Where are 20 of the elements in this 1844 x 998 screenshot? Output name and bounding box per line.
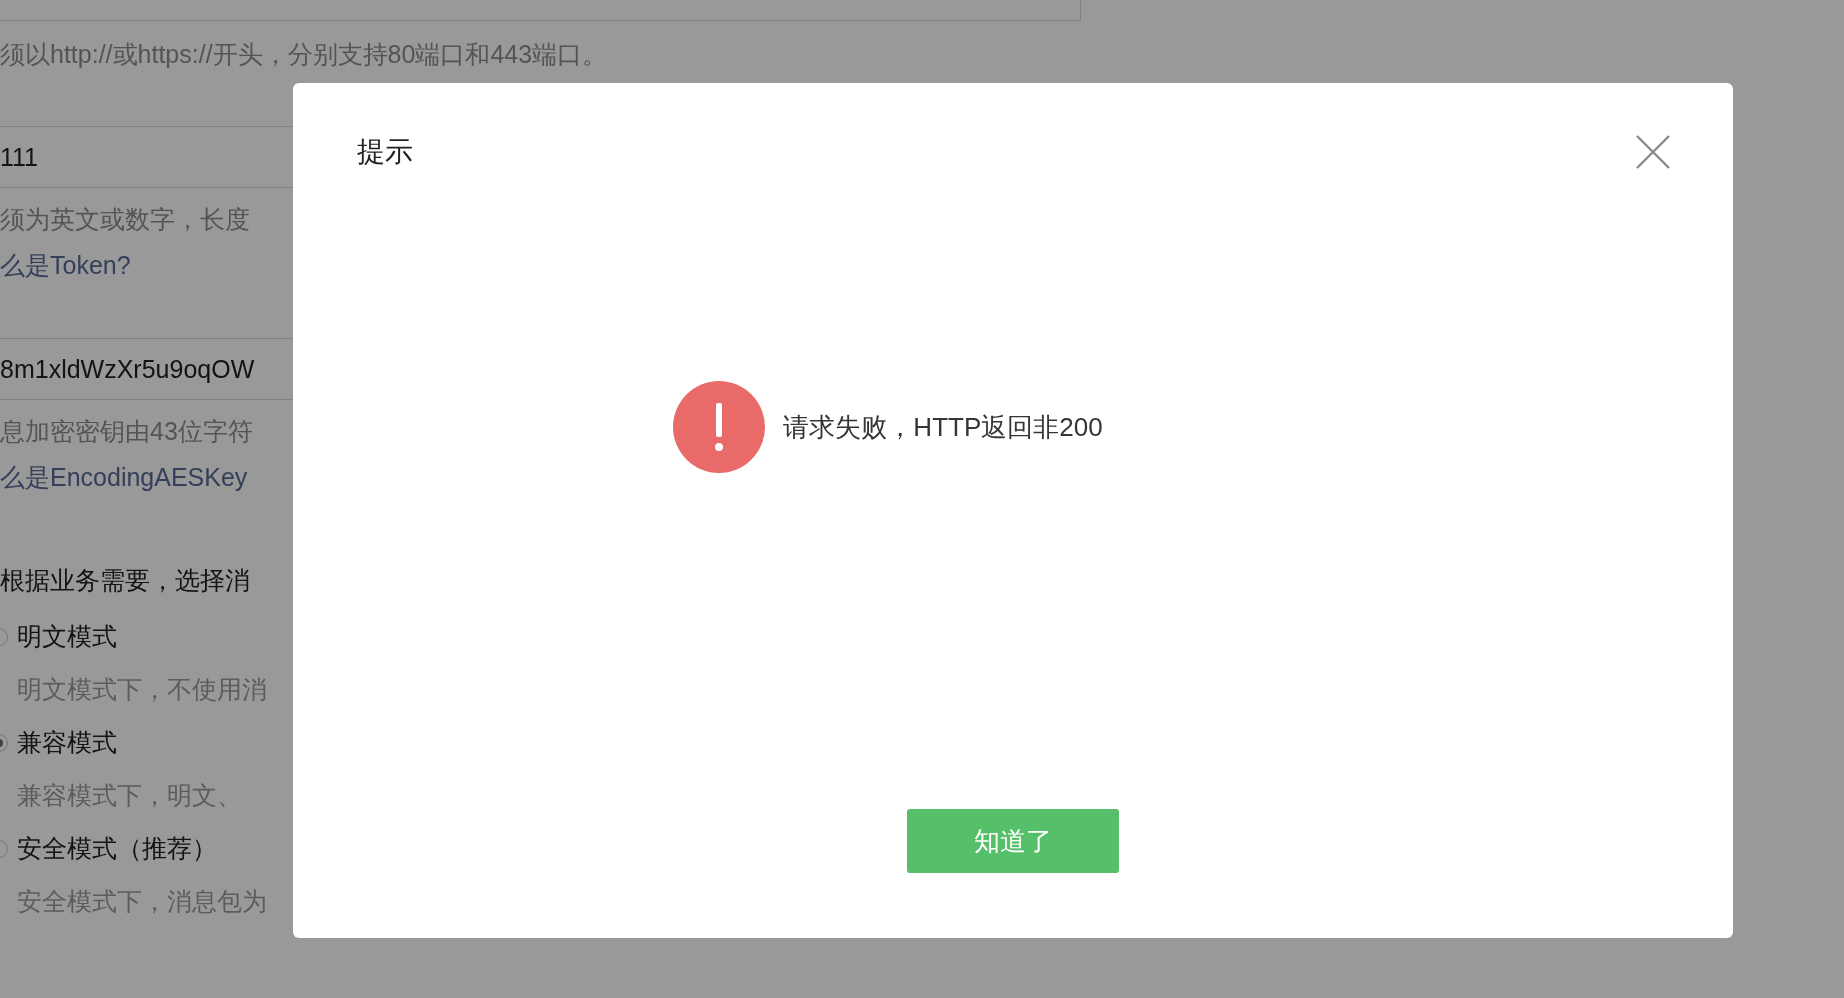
radio-label[interactable]: 兼容模式 — [17, 726, 117, 759]
help-link[interactable]: 么是Token? — [0, 242, 131, 288]
field-value: 111 — [0, 142, 38, 172]
input-field[interactable]: 111 — [0, 126, 293, 188]
radio-label[interactable]: 明文模式 — [17, 620, 117, 653]
prompt-text: 根据业务需要，选择消 — [0, 565, 250, 596]
input-field[interactable]: 8m1xldWzXr5u9oqOW — [0, 338, 293, 400]
radio-label[interactable]: 安全模式（推荐） — [17, 832, 217, 865]
error-icon — [673, 381, 766, 473]
hint-text: 须为英文或数字，长度 — [0, 204, 250, 235]
mode-description: 明文模式下，不使用消 — [17, 674, 267, 705]
field-value: 8m1xldWzXr5u9oqOW — [0, 354, 255, 384]
mode-description: 安全模式下，消息包为 — [17, 886, 267, 917]
hint-text: 须以http://或https://开头，分别支持80端口和443端口。 — [0, 39, 608, 70]
dialog-title: 提示 — [357, 135, 413, 169]
help-link[interactable]: 么是EncodingAESKey — [0, 454, 248, 500]
close-button[interactable] — [1635, 134, 1671, 170]
dialog-message: 请求失败，HTTP返回非200 — [783, 410, 1103, 444]
hint-text: 息加密密钥由43位字符 — [0, 416, 253, 447]
mode-description: 兼容模式下，明文、 — [17, 780, 242, 811]
